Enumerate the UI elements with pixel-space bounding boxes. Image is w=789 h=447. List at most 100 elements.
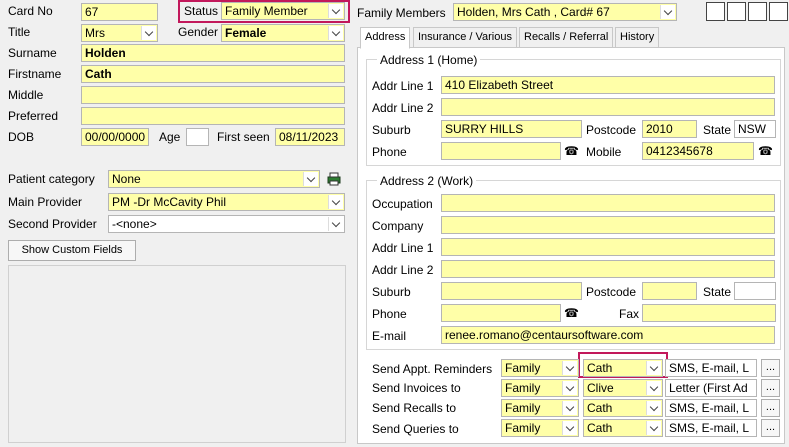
work-addr1-label: Addr Line 1 xyxy=(372,241,434,255)
send-queries-more-button[interactable]: ... xyxy=(761,419,780,437)
work-state-field[interactable] xyxy=(734,282,776,300)
title-select[interactable]: Mrs xyxy=(81,24,158,42)
surname-field[interactable]: Holden xyxy=(81,44,345,62)
send-recalls-person-select[interactable]: Cath xyxy=(583,399,663,417)
send-invoices-who-value: Family xyxy=(505,381,541,395)
chevron-down-icon xyxy=(562,421,577,435)
email-field[interactable]: renee.romano@centaursoftware.com xyxy=(441,326,775,344)
work-addr2-field[interactable] xyxy=(441,260,775,278)
status-select[interactable]: Family Member xyxy=(221,2,345,20)
second-provider-select[interactable]: -<none> xyxy=(108,215,345,233)
chevron-down-icon xyxy=(660,5,675,19)
status-label: Status xyxy=(184,4,219,18)
send-invoices-person-select[interactable]: Clive xyxy=(583,379,663,397)
tab-history[interactable]: History xyxy=(615,27,660,48)
suburb-label: Suburb xyxy=(372,123,411,137)
send-appt-who-select[interactable]: Family xyxy=(501,359,579,377)
fax-field[interactable] xyxy=(642,304,776,322)
tab-insurance[interactable]: Insurance / Various xyxy=(413,27,517,48)
state-field[interactable]: NSW xyxy=(734,120,776,138)
phone-icon[interactable]: ☎ xyxy=(564,143,579,159)
main-provider-select[interactable]: PM -Dr McCavity Phil xyxy=(108,193,345,211)
suburb-field[interactable]: SURRY HILLS xyxy=(441,120,582,138)
middle-field[interactable] xyxy=(81,86,345,104)
square-button-4[interactable] xyxy=(769,2,788,21)
chevron-down-icon xyxy=(328,4,343,18)
send-recalls-method-field[interactable]: SMS, E-mail, L xyxy=(665,399,757,417)
show-custom-fields-button[interactable]: Show Custom Fields xyxy=(8,240,136,261)
addr2-label: Addr Line 2 xyxy=(372,101,434,115)
first-seen-label: First seen xyxy=(217,130,270,144)
company-field[interactable] xyxy=(441,216,775,234)
chevron-down-icon xyxy=(328,217,343,231)
occupation-field[interactable] xyxy=(441,194,775,212)
chevron-down-icon xyxy=(562,401,577,415)
work-phone-field[interactable] xyxy=(441,304,561,322)
middle-label: Middle xyxy=(8,88,44,102)
gender-label: Gender xyxy=(178,25,219,39)
main-provider-value: PM -Dr McCavity Phil xyxy=(112,195,227,209)
chevron-down-icon xyxy=(646,381,661,395)
state-label: State xyxy=(703,123,732,137)
send-recalls-person-value: Cath xyxy=(587,401,613,415)
send-appt-more-button[interactable]: ... xyxy=(761,359,780,377)
send-recalls-label: Send Recalls to xyxy=(372,401,457,415)
work-suburb-field[interactable] xyxy=(441,282,582,300)
postcode-field[interactable]: 2010 xyxy=(642,120,697,138)
work-addr1-field[interactable] xyxy=(441,238,775,256)
phone-field[interactable] xyxy=(441,142,561,160)
family-members-select[interactable]: Holden, Mrs Cath , Card# 67 xyxy=(453,3,677,21)
send-queries-who-value: Family xyxy=(505,421,541,435)
email-label: E-mail xyxy=(372,329,407,343)
send-queries-method-field[interactable]: SMS, E-mail, L xyxy=(665,419,757,437)
send-queries-person-select[interactable]: Cath xyxy=(583,419,663,437)
chevron-down-icon xyxy=(646,401,661,415)
preferred-field[interactable] xyxy=(81,107,345,125)
send-appt-label: Send Appt. Reminders xyxy=(372,362,493,376)
send-recalls-who-select[interactable]: Family xyxy=(501,399,579,417)
gender-select[interactable]: Female xyxy=(221,24,345,42)
patient-category-label: Patient category xyxy=(8,172,95,186)
work-postcode-label: Postcode xyxy=(586,285,637,299)
address1-title: Address 1 (Home) xyxy=(377,53,481,67)
printer-icon[interactable] xyxy=(326,171,342,187)
chevron-down-icon xyxy=(303,172,318,186)
mobile-field[interactable]: 0412345678 xyxy=(642,142,754,160)
firstname-label: Firstname xyxy=(8,67,62,81)
address2-title: Address 2 (Work) xyxy=(377,174,477,188)
send-appt-person-select[interactable]: Cath xyxy=(583,359,663,377)
addr1-field[interactable]: 410 Elizabeth Street xyxy=(441,76,775,94)
age-label: Age xyxy=(159,130,181,144)
company-label: Company xyxy=(372,219,424,233)
main-provider-label: Main Provider xyxy=(8,195,83,209)
phone-icon[interactable]: ☎ xyxy=(758,143,773,159)
square-button-3[interactable] xyxy=(748,2,767,21)
square-button-1[interactable] xyxy=(706,2,725,21)
send-appt-method-field[interactable]: SMS, E-mail, L xyxy=(665,359,757,377)
chevron-down-icon xyxy=(562,361,577,375)
age-field[interactable] xyxy=(186,128,209,146)
work-state-label: State xyxy=(703,285,732,299)
card-no-field[interactable]: 67 xyxy=(81,3,158,21)
title-value: Mrs xyxy=(85,26,105,40)
send-invoices-method-field[interactable]: Letter (First Ad xyxy=(665,379,757,397)
send-invoices-more-button[interactable]: ... xyxy=(761,379,780,397)
firstname-field[interactable]: Cath xyxy=(81,65,345,83)
addr2-field[interactable] xyxy=(441,98,775,116)
work-postcode-field[interactable] xyxy=(642,282,697,300)
dob-field[interactable]: 00/00/0000 xyxy=(81,128,149,146)
send-appt-person-value: Cath xyxy=(587,361,613,375)
send-queries-who-select[interactable]: Family xyxy=(501,419,579,437)
send-queries-label: Send Queries to xyxy=(372,422,459,436)
first-seen-field[interactable]: 08/11/2023 xyxy=(275,128,345,146)
square-button-2[interactable] xyxy=(727,2,746,21)
chevron-down-icon xyxy=(328,195,343,209)
tab-recalls[interactable]: Recalls / Referral xyxy=(519,27,614,48)
send-invoices-who-select[interactable]: Family xyxy=(501,379,579,397)
card-no-label: Card No xyxy=(8,4,53,18)
addr1-label: Addr Line 1 xyxy=(372,79,434,93)
send-recalls-more-button[interactable]: ... xyxy=(761,399,780,417)
tab-address[interactable]: Address xyxy=(360,27,411,49)
patient-category-select[interactable]: None xyxy=(108,170,320,188)
phone-icon[interactable]: ☎ xyxy=(564,305,579,321)
